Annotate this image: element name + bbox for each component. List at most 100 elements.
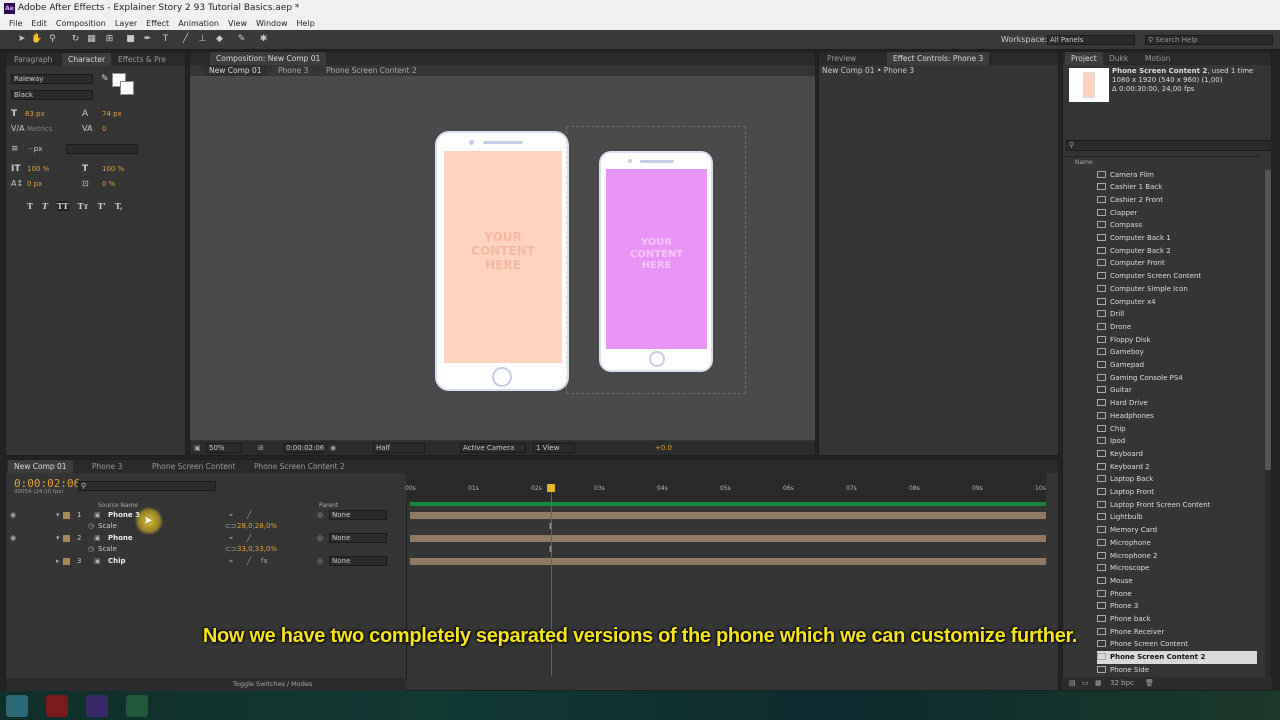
parent-pickwhip-icon[interactable]: ◎: [317, 556, 323, 567]
tab-timeline-new-comp-01[interactable]: New Comp 01: [8, 460, 73, 473]
layer-row-3[interactable]: ▸ 3 ▣ Chip ⌖ ╱ fx ◎ None: [5, 556, 405, 567]
constrain-proportions-icon[interactable]: ⊂⊃: [225, 521, 237, 532]
eraser-tool-icon[interactable]: ◆: [214, 34, 225, 45]
resolution-select[interactable]: Half: [373, 443, 425, 453]
font-style-select[interactable]: Black: [11, 90, 93, 100]
type-tool-icon[interactable]: T: [160, 34, 171, 45]
new-composition-icon[interactable]: ▦: [1095, 677, 1102, 690]
property-value[interactable]: 33,0,33,0%: [237, 544, 277, 555]
project-item[interactable]: Computer Back 2: [1097, 245, 1257, 258]
project-item[interactable]: Phone 3: [1097, 600, 1257, 613]
camera-select[interactable]: Active Camera: [460, 443, 526, 453]
project-item[interactable]: Computer Simple Icon: [1097, 283, 1257, 296]
project-item[interactable]: Cashier 1 Back: [1097, 181, 1257, 194]
taskbar-app-icon[interactable]: [46, 695, 68, 717]
menu-edit[interactable]: Edit: [31, 18, 47, 30]
project-item[interactable]: Gameboy: [1097, 346, 1257, 359]
project-item[interactable]: Memory Card: [1097, 524, 1257, 537]
tab-composition[interactable]: Composition: New Comp 01: [210, 52, 327, 65]
quality-switch-icon[interactable]: ╱: [247, 556, 251, 567]
project-item[interactable]: Gamepad: [1097, 359, 1257, 372]
project-item[interactable]: Laptop Back: [1097, 473, 1257, 486]
magnification-select[interactable]: 50%: [206, 443, 242, 453]
stopwatch-icon[interactable]: ◷: [88, 521, 94, 532]
project-item[interactable]: Chip: [1097, 423, 1257, 436]
project-item[interactable]: Floppy Disk: [1097, 334, 1257, 347]
selection-tool-icon[interactable]: ➤: [16, 34, 27, 45]
stroke-color-swatch[interactable]: [120, 81, 134, 95]
shy-switch-icon[interactable]: ⌖: [229, 556, 233, 567]
faux-bold-button[interactable]: T: [27, 201, 33, 211]
small-caps-button[interactable]: Tт: [78, 201, 89, 211]
eyedropper-icon[interactable]: ✎: [101, 74, 109, 84]
project-item[interactable]: Camera Film: [1097, 169, 1257, 182]
property-row-scale-2[interactable]: ◷ Scale ⊂⊃ 33,0,33,0%: [5, 544, 405, 555]
camera-tool-icon[interactable]: ▦: [86, 34, 97, 45]
layer-name[interactable]: Phone: [108, 533, 133, 544]
expand-twirl-icon[interactable]: ▾: [56, 533, 60, 544]
menu-composition[interactable]: Composition: [56, 18, 106, 30]
quality-switch-icon[interactable]: ╱: [247, 533, 251, 544]
project-search-input[interactable]: ⚲: [1066, 140, 1270, 151]
parent-pickwhip-icon[interactable]: ◎: [317, 510, 323, 521]
superscript-button[interactable]: T': [97, 201, 105, 211]
font-family-select[interactable]: Raleway: [11, 74, 93, 84]
project-item[interactable]: Microphone: [1097, 537, 1257, 550]
visibility-eye-icon[interactable]: ◉: [10, 533, 16, 544]
project-item[interactable]: Headphones: [1097, 410, 1257, 423]
leading-value[interactable]: 74 px: [102, 110, 122, 118]
tab-motion[interactable]: Motion: [1139, 52, 1176, 65]
puppet-tool-icon[interactable]: ✱: [258, 34, 269, 45]
tsume-value[interactable]: 0 %: [102, 180, 115, 188]
current-time-field[interactable]: 0:00:02:06: [283, 443, 324, 453]
menu-help[interactable]: Help: [297, 18, 315, 30]
pen-tool-icon[interactable]: ✒: [142, 34, 153, 45]
label-color-swatch[interactable]: [63, 512, 70, 519]
kerning-value[interactable]: Metrics: [27, 125, 52, 133]
pan-behind-tool-icon[interactable]: ⊞: [104, 34, 115, 45]
label-color-swatch[interactable]: [63, 558, 70, 565]
project-item[interactable]: Microscope: [1097, 562, 1257, 575]
project-item[interactable]: Drill: [1097, 308, 1257, 321]
toggle-switches-modes[interactable]: Toggle Switches / Modes: [233, 680, 312, 688]
snapshot-icon[interactable]: ▣: [194, 441, 201, 455]
menu-file[interactable]: File: [9, 18, 22, 30]
shy-switch-icon[interactable]: ⌖: [229, 533, 233, 544]
horizontal-scale-value[interactable]: 100 %: [102, 165, 124, 173]
hand-tool-icon[interactable]: ✋: [31, 34, 42, 45]
subscript-button[interactable]: T,: [115, 201, 123, 211]
project-item[interactable]: Cashier 2 Front: [1097, 194, 1257, 207]
roto-brush-icon[interactable]: ✎: [236, 34, 247, 45]
interpret-footage-icon[interactable]: ▤: [1069, 677, 1076, 690]
exposure-value[interactable]: +0.0: [655, 441, 672, 455]
vertical-scale-value[interactable]: 100 %: [27, 165, 49, 173]
project-item[interactable]: Computer x4: [1097, 296, 1257, 309]
taskbar-app-icon[interactable]: [126, 695, 148, 717]
tab-effects-presets[interactable]: Effects & Pre: [112, 53, 172, 66]
quality-switch-icon[interactable]: ╱: [247, 510, 251, 521]
composition-viewer[interactable]: YOUR CONTENT HERE YOUR CONTENT HERE: [190, 76, 815, 440]
layer-row-1[interactable]: ◉ ▾ 1 ▣ Phone 3 ⌖ ╱ ◎ None: [5, 510, 405, 521]
timeline-search-input[interactable]: ⚲: [78, 481, 216, 491]
playhead-handle[interactable]: [546, 484, 555, 492]
layer-bar-3[interactable]: [410, 558, 1046, 565]
stopwatch-icon[interactable]: ◷: [88, 544, 94, 555]
project-item[interactable]: Guitar: [1097, 384, 1257, 397]
project-item[interactable]: Compass: [1097, 219, 1257, 232]
taskbar-start-icon[interactable]: [6, 695, 28, 717]
font-size-value[interactable]: 83 px: [25, 110, 45, 118]
grid-icon[interactable]: ⊞: [258, 441, 264, 455]
project-item[interactable]: Microphone 2: [1097, 550, 1257, 563]
menu-animation[interactable]: Animation: [178, 18, 219, 30]
project-scrollbar[interactable]: [1265, 170, 1271, 676]
layer-bar-1[interactable]: [410, 512, 1046, 519]
stroke-width-value[interactable]: - px: [29, 145, 42, 153]
view-layout-select[interactable]: 1 View: [533, 443, 575, 453]
search-help-input[interactable]: ⚲ Search Help: [1145, 35, 1273, 45]
tab-paragraph[interactable]: Paragraph: [8, 53, 58, 66]
project-item[interactable]: Ipod: [1097, 435, 1257, 448]
project-item[interactable]: Keyboard 2: [1097, 461, 1257, 474]
brush-tool-icon[interactable]: ╱: [180, 34, 191, 45]
menu-view[interactable]: View: [228, 18, 247, 30]
project-item[interactable]: Keyboard: [1097, 448, 1257, 461]
